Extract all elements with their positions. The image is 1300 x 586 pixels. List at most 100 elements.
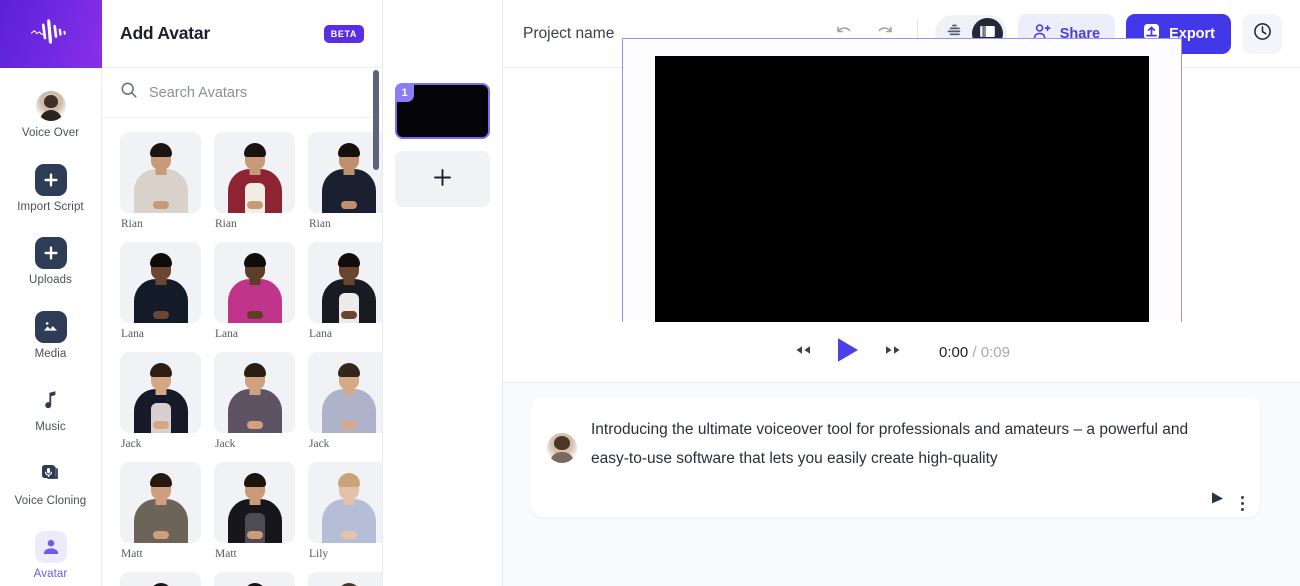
rewind-button[interactable] (793, 343, 813, 362)
avatar-name-label: Matt (121, 548, 143, 560)
avatar-name-label: Lily (309, 548, 329, 560)
plus-square-icon (34, 237, 67, 269)
avatar-card[interactable]: Lily (308, 462, 382, 560)
avatar-thumbnail (214, 242, 295, 323)
search-icon (120, 81, 138, 104)
sidebar-items: Voice Over Import Script Uploads Media M… (0, 68, 101, 586)
avatar-thumbnail (308, 462, 382, 543)
playback-controls: 0:00 / 0:09 (503, 322, 1300, 382)
history-button[interactable] (1242, 13, 1282, 54)
avatar-thumbnail (214, 132, 295, 213)
avatar-card[interactable]: Matt (214, 462, 295, 560)
avatar-card[interactable] (214, 572, 295, 586)
avatar-card[interactable]: Jack (214, 352, 295, 450)
avatar-name-label: Jack (121, 438, 142, 450)
avatar-panel: Add Avatar BETA Rian Rian Rian Lana Lana Lana… (102, 0, 383, 586)
sidebar-item-label: Voice Cloning (14, 494, 87, 507)
canvas-frame[interactable] (621, 37, 1182, 353)
avatar-search-row[interactable] (102, 68, 382, 118)
waveform-logo-icon (29, 18, 73, 51)
sidebar-item-import-script[interactable]: Import Script (0, 156, 101, 222)
avatar-name-label: Jack (309, 438, 330, 450)
sidebar-item-label: Avatar (33, 568, 68, 580)
sidebar-item-label: Import Script (17, 200, 84, 213)
avatar-card[interactable]: Matt (120, 462, 201, 560)
avatar-card[interactable]: Lana (120, 242, 201, 340)
avatar-grid-wrapper: Rian Rian Rian Lana Lana Lana Jack Jack Jack Matt… (102, 118, 382, 586)
script-panel: Introducing the ultimate voiceover tool … (503, 383, 1300, 586)
microphone-stack-icon (35, 458, 67, 490)
time-separator: / (972, 343, 977, 361)
sidebar-item-label: Uploads (29, 274, 72, 286)
avatar-thumbnail (214, 462, 295, 543)
music-note-icon (35, 384, 67, 416)
avatar-panel-header: Add Avatar BETA (102, 0, 382, 68)
time-display: 0:00 / 0:09 (939, 344, 1010, 361)
sidebar-item-avatar[interactable]: Avatar (0, 523, 101, 586)
avatar-thumbnail (120, 132, 201, 213)
clock-history-icon (1252, 21, 1273, 47)
sidebar-item-label: Voice Over (21, 127, 80, 139)
main-area: Project name Share Export 0:00 / 0:09 In… (503, 0, 1300, 586)
avatar-card[interactable]: Jack (308, 352, 382, 450)
current-time: 0:00 (939, 343, 969, 361)
avatar-name-label: Lana (121, 328, 144, 340)
rewind-icon (793, 343, 813, 362)
panel-title: Add Avatar (120, 23, 211, 43)
avatar-name-label: Jack (215, 438, 236, 450)
video-stage (503, 37, 1300, 353)
avatar-thumbnail (120, 462, 201, 543)
avatar-thumbnail (214, 572, 295, 586)
script-block[interactable]: Introducing the ultimate voiceover tool … (531, 397, 1260, 517)
avatar-card[interactable]: Rian (214, 132, 295, 230)
total-time: 0:09 (980, 343, 1010, 361)
avatar-thumbnail (214, 352, 295, 433)
slide-number: 1 (395, 83, 414, 102)
avatar-thumbnail (120, 572, 201, 586)
sidebar-item-voice-over[interactable]: Voice Over (0, 82, 101, 148)
sidebar-item-media[interactable]: Media (0, 303, 101, 369)
script-text[interactable]: Introducing the ultimate voiceover tool … (591, 411, 1195, 517)
avatar-name-label: Rian (121, 218, 143, 230)
scrollbar-thumb[interactable] (373, 70, 379, 170)
avatar-card[interactable] (308, 572, 382, 586)
more-vertical-icon[interactable] (1241, 496, 1244, 511)
forward-button[interactable] (883, 343, 903, 362)
fast-forward-icon (883, 343, 903, 362)
avatar-card[interactable]: Jack (120, 352, 201, 450)
avatar-name-label: Lana (215, 328, 238, 340)
play-button[interactable] (835, 336, 861, 369)
avatar-card[interactable]: Rian (308, 132, 382, 230)
search-input[interactable] (149, 84, 364, 101)
app-logo[interactable] (0, 0, 102, 68)
slides-list: 1 (383, 68, 502, 207)
avatar-thumbnail (308, 352, 382, 433)
avatar-name-label: Matt (215, 548, 237, 560)
video-canvas[interactable] (654, 56, 1149, 334)
avatar-card[interactable]: Lana (214, 242, 295, 340)
avatar-panel-scrollbar[interactable] (373, 68, 379, 498)
avatar-card[interactable]: Lana (308, 242, 382, 340)
plus-square-icon (34, 163, 67, 196)
sidebar-item-label: Media (34, 347, 67, 360)
sidebar-item-music[interactable]: Music (0, 376, 101, 442)
avatar-name-label: Rian (309, 218, 331, 230)
voice-over-avatar-icon (35, 90, 67, 122)
avatar-thumbnail (120, 352, 201, 433)
sidebar-item-voice-cloning[interactable]: Voice Cloning (0, 450, 101, 516)
sidebar-item-uploads[interactable]: Uploads (0, 229, 101, 295)
script-block-tools (1209, 411, 1244, 517)
speaker-avatar-icon (547, 433, 577, 463)
avatar-name-label: Rian (215, 218, 237, 230)
avatar-thumbnail (120, 242, 201, 323)
avatar-name-label: Lana (309, 328, 332, 340)
play-small-icon[interactable] (1209, 490, 1225, 511)
project-name[interactable]: Project name (523, 25, 614, 43)
left-sidebar: Voice Over Import Script Uploads Media M… (0, 0, 102, 586)
add-slide-button[interactable] (395, 151, 490, 207)
avatar-card[interactable]: Rian (120, 132, 201, 230)
avatar-card[interactable] (120, 572, 201, 586)
image-icon (34, 310, 67, 343)
slide-thumbnail-1[interactable]: 1 (395, 83, 490, 139)
sidebar-item-label: Music (35, 421, 66, 433)
